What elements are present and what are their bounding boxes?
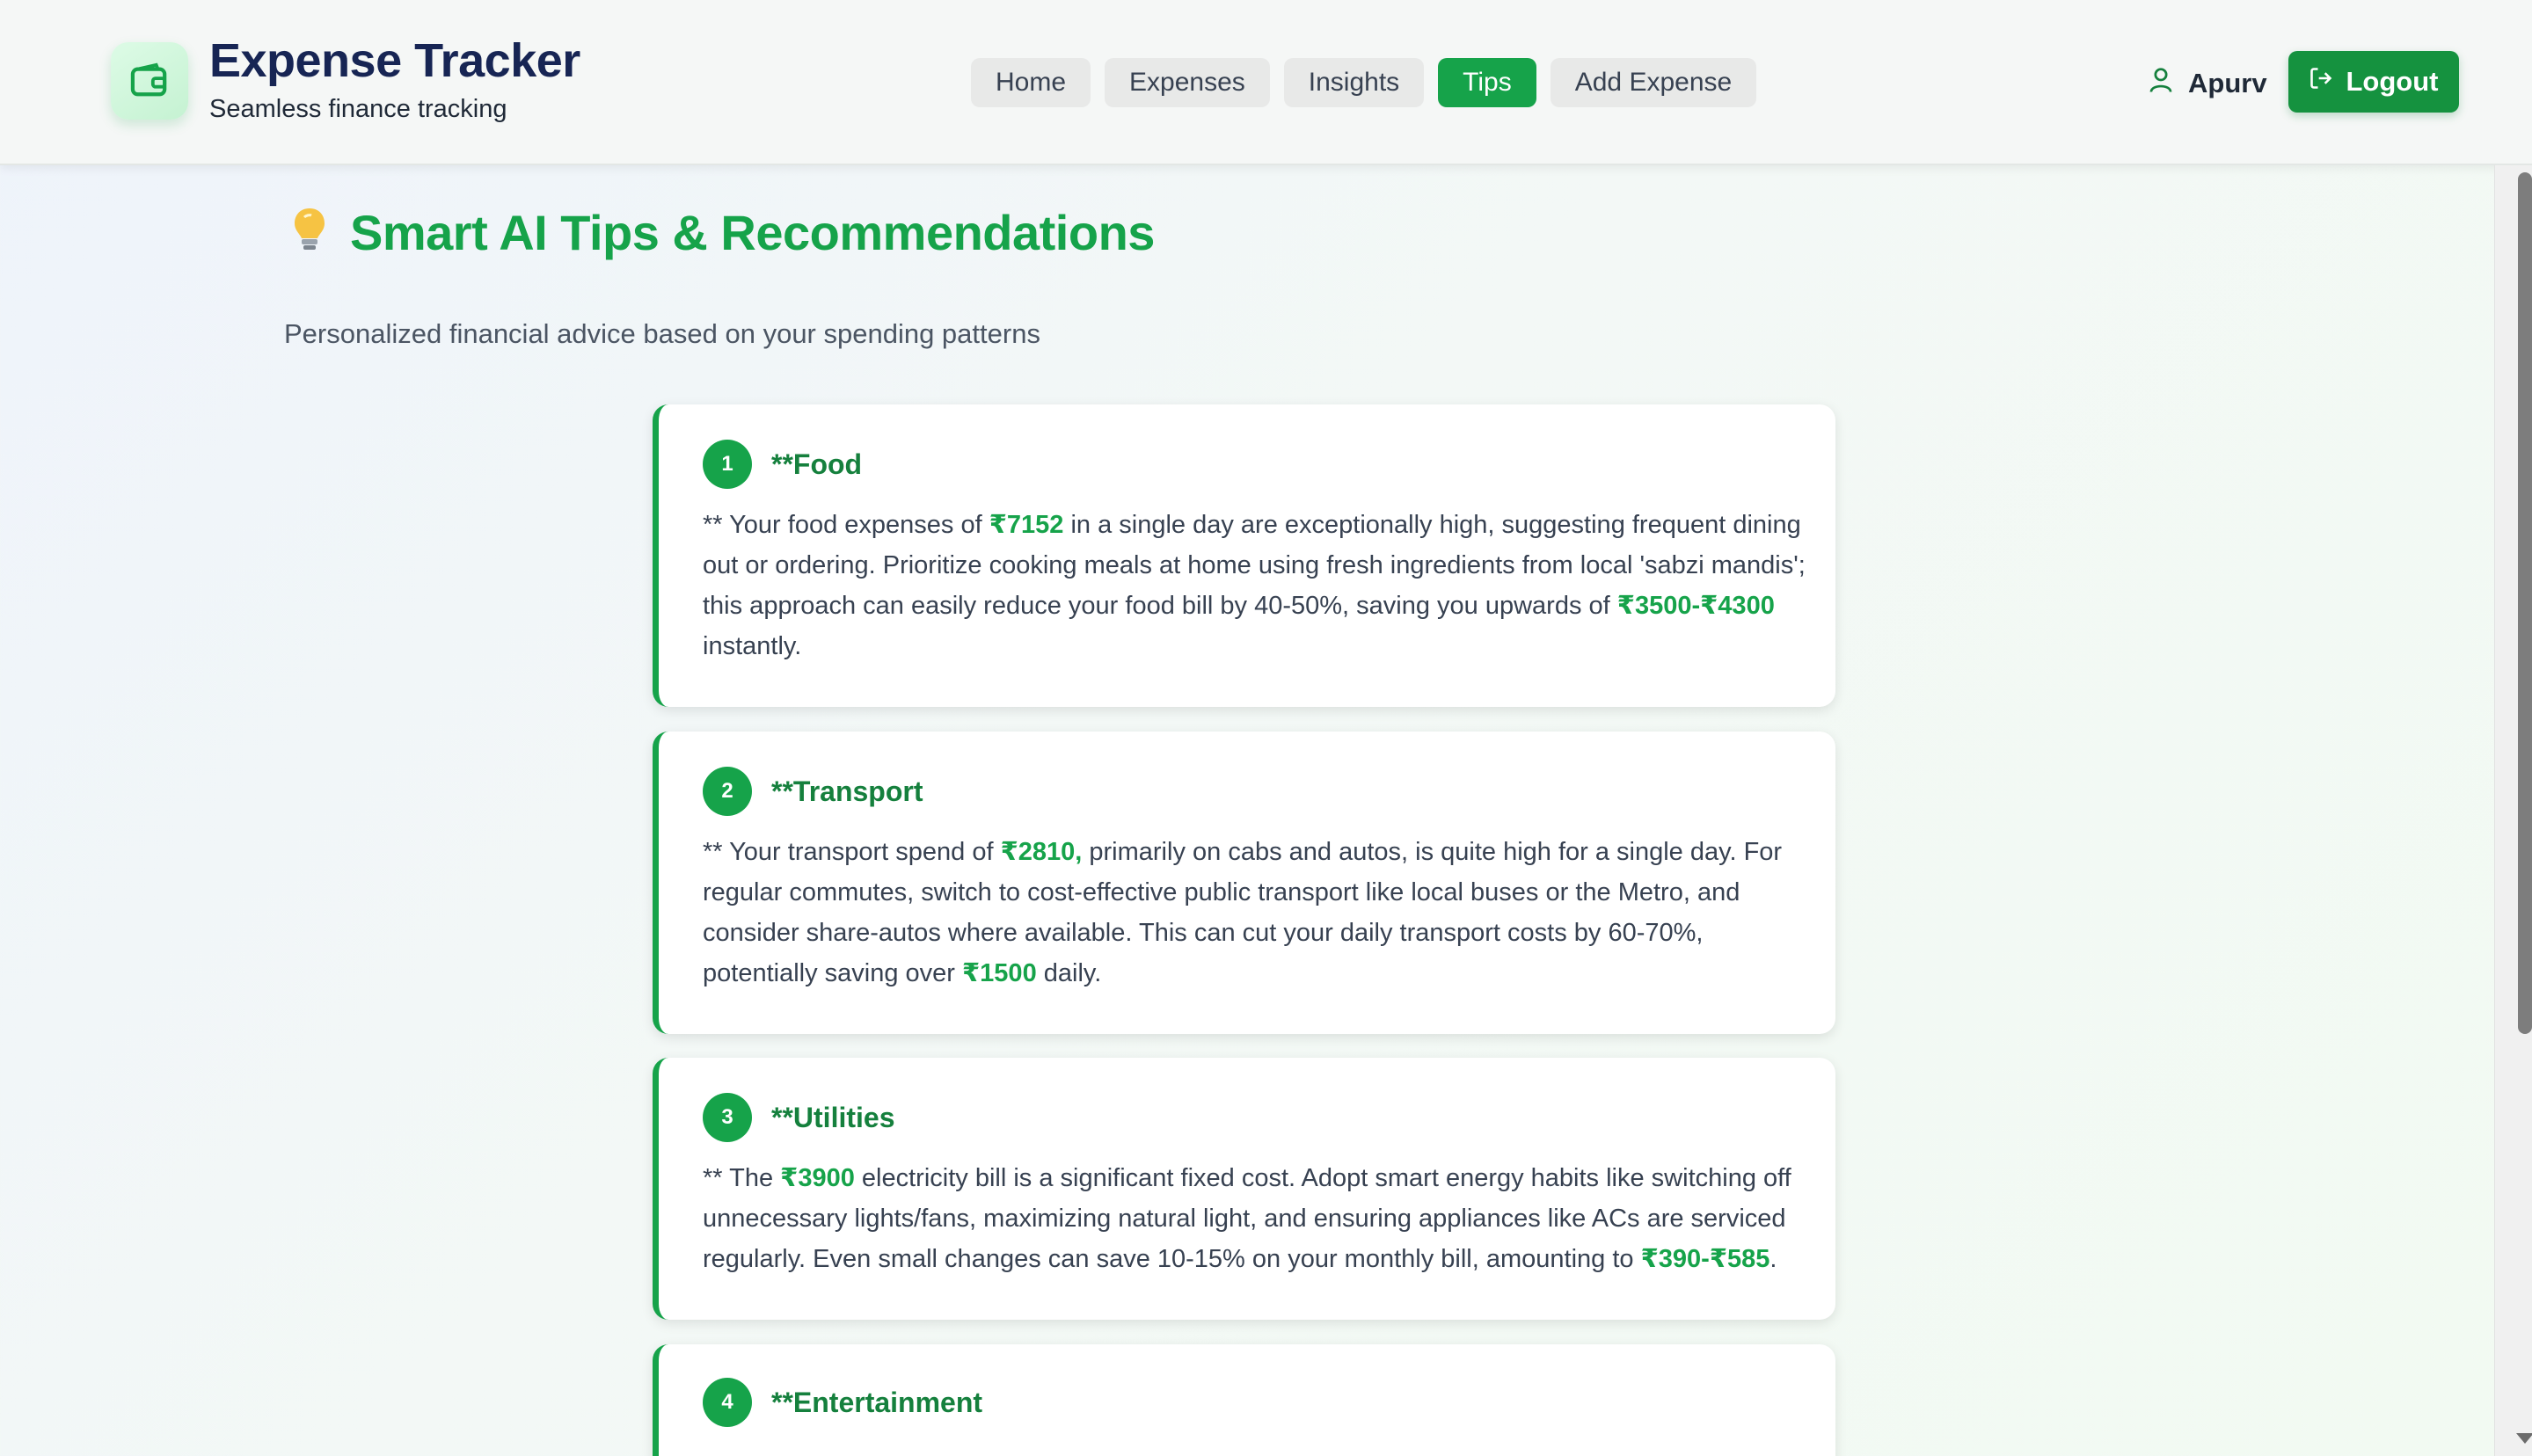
logout-label: Logout xyxy=(2346,66,2439,97)
tip-text: daily. xyxy=(1036,959,1102,987)
page-title: Smart AI Tips & Recommendations xyxy=(350,205,1155,260)
tip-card: 4 **Entertainment xyxy=(653,1344,1835,1456)
amount-highlight: ₹3500-₹4300 xyxy=(1616,592,1775,620)
tip-body: ** The ₹3900 electricity bill is a signi… xyxy=(703,1158,1820,1279)
nav-insights[interactable]: Insights xyxy=(1283,58,1425,107)
tip-body: ** Your transport spend of ₹2810, primar… xyxy=(703,832,1820,994)
tip-title: **Entertainment xyxy=(771,1386,983,1418)
logout-icon xyxy=(2309,66,2333,98)
scroll-down-arrow-icon[interactable] xyxy=(2516,1433,2532,1444)
tip-card: 1 **Food ** Your food expenses of ₹7152 … xyxy=(653,404,1835,707)
amount-highlight: ₹390-₹585 xyxy=(1640,1245,1770,1273)
tip-title: **Utilities xyxy=(771,1101,895,1133)
tip-body: ** Your food expenses of ₹7152 in a sing… xyxy=(703,505,1820,666)
tip-number-badge: 3 xyxy=(703,1093,752,1142)
tip-card: 2 **Transport ** Your transport spend of… xyxy=(653,732,1835,1034)
app-header: Expense Tracker Seamless finance trackin… xyxy=(0,0,2532,165)
amount-highlight: ₹7152 xyxy=(989,511,1064,539)
nav-tips[interactable]: Tips xyxy=(1438,58,1536,107)
nav-add-expense[interactable]: Add Expense xyxy=(1550,58,1757,107)
lightbulb-icon xyxy=(292,207,327,258)
user-profile[interactable]: Apurv xyxy=(2148,62,2267,106)
logout-button[interactable]: Logout xyxy=(2288,51,2459,113)
tip-number-badge: 1 xyxy=(703,440,752,489)
tip-text: . xyxy=(1769,1245,1777,1273)
tip-number-badge: 2 xyxy=(703,767,752,816)
tip-title: **Food xyxy=(771,448,863,480)
tip-text: ** Your food expenses of xyxy=(703,511,989,539)
tip-text: ** The xyxy=(703,1164,781,1192)
scrollbar-thumb[interactable] xyxy=(2518,172,2532,1034)
tip-card: 3 **Utilities ** The ₹3900 electricity b… xyxy=(653,1058,1835,1320)
user-name: Apurv xyxy=(2188,68,2267,98)
app-subtitle: Seamless finance tracking xyxy=(209,95,507,123)
page-subtitle: Personalized financial advice based on y… xyxy=(284,318,1040,349)
tip-text: instantly. xyxy=(703,632,802,660)
tip-text: ** Your transport spend of xyxy=(703,838,1001,866)
amount-highlight: ₹3900 xyxy=(780,1164,855,1192)
amount-highlight: ₹2810, xyxy=(1000,838,1083,866)
wallet-logo-icon xyxy=(111,42,188,120)
app-title: Expense Tracker xyxy=(209,34,580,87)
tip-title: **Transport xyxy=(771,775,923,807)
page-heading: Smart AI Tips & Recommendations xyxy=(292,204,1155,261)
main-nav: Home Expenses Insights Tips Add Expense xyxy=(971,58,1757,107)
nav-expenses[interactable]: Expenses xyxy=(1105,58,1270,107)
user-icon xyxy=(2148,66,2174,101)
amount-highlight: ₹1500 xyxy=(962,959,1037,987)
page-scrollbar[interactable] xyxy=(2494,165,2532,1456)
tip-text: electricity bill is a significant fixed … xyxy=(703,1164,1791,1273)
tip-number-badge: 4 xyxy=(703,1378,752,1427)
nav-home[interactable]: Home xyxy=(971,58,1091,107)
